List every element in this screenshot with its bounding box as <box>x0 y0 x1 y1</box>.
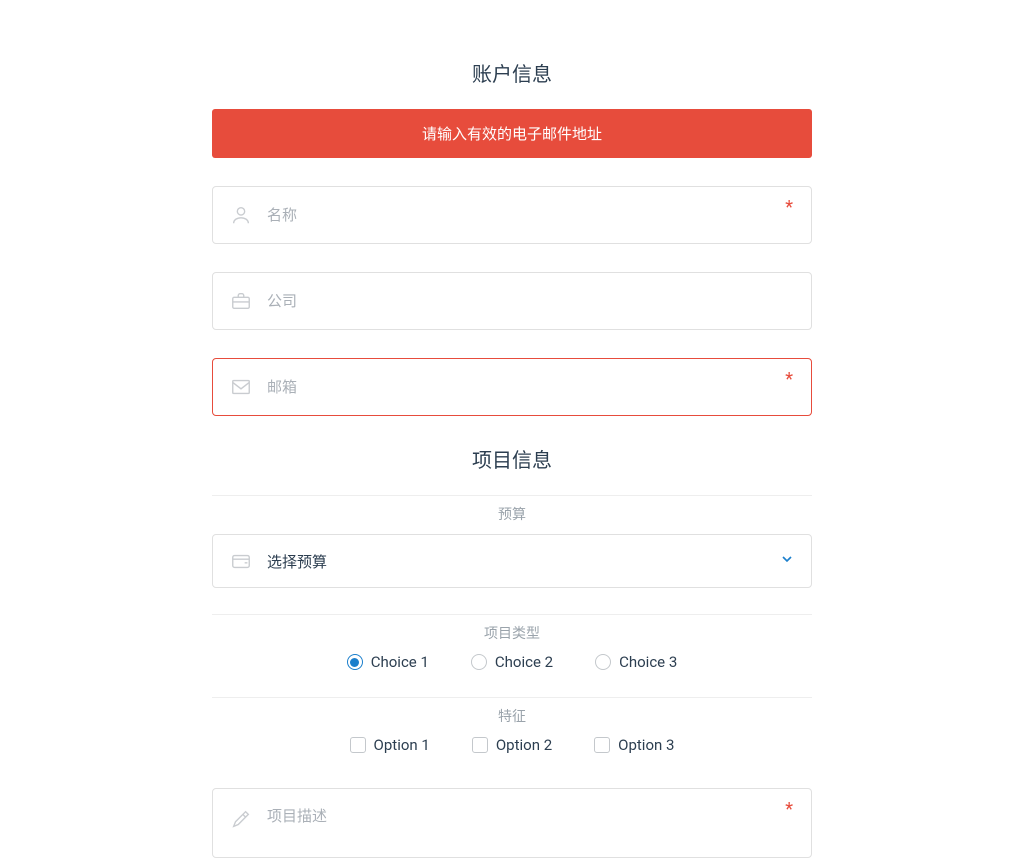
user-icon <box>229 203 253 227</box>
project-type-label: 项目类型 <box>212 614 812 643</box>
radio-label: Choice 1 <box>371 653 429 671</box>
checkbox-option-1[interactable]: Option 1 <box>350 736 430 754</box>
features-checkboxes: Option 1 Option 2 Option 3 <box>212 736 812 754</box>
budget-select[interactable]: 选择预算 <box>212 534 812 588</box>
project-type-radios: Choice 1 Choice 2 Choice 3 <box>212 653 812 671</box>
chevron-down-icon <box>779 551 795 571</box>
name-field[interactable]: * <box>212 186 812 244</box>
radio-control[interactable] <box>347 654 363 670</box>
account-section-title: 账户信息 <box>212 58 812 87</box>
checkbox-control[interactable] <box>472 737 488 753</box>
checkbox-option-2[interactable]: Option 2 <box>472 736 552 754</box>
budget-value: 选择预算 <box>267 551 779 572</box>
radio-choice-2[interactable]: Choice 2 <box>471 653 553 671</box>
radio-control[interactable] <box>471 654 487 670</box>
checkbox-control[interactable] <box>594 737 610 753</box>
checkbox-label: Option 3 <box>618 736 674 754</box>
checkbox-control[interactable] <box>350 737 366 753</box>
error-banner: 请输入有效的电子邮件地址 <box>212 109 812 158</box>
project-section-title: 项目信息 <box>212 444 812 473</box>
email-field[interactable]: * <box>212 358 812 416</box>
company-field[interactable] <box>212 272 812 330</box>
radio-choice-3[interactable]: Choice 3 <box>595 653 677 671</box>
required-indicator: * <box>785 199 793 217</box>
email-input[interactable] <box>267 359 795 415</box>
radio-control[interactable] <box>595 654 611 670</box>
checkbox-label: Option 1 <box>374 736 430 754</box>
budget-label: 预算 <box>212 504 812 524</box>
checkbox-label: Option 2 <box>496 736 552 754</box>
description-field[interactable]: 项目描述 * <box>212 788 812 858</box>
wallet-icon <box>229 549 253 573</box>
checkbox-option-3[interactable]: Option 3 <box>594 736 674 754</box>
briefcase-icon <box>229 289 253 313</box>
divider <box>212 495 812 496</box>
radio-label: Choice 2 <box>495 653 553 671</box>
pencil-icon <box>229 807 253 831</box>
required-indicator: * <box>785 371 793 389</box>
name-input[interactable] <box>267 187 795 243</box>
radio-choice-1[interactable]: Choice 1 <box>347 653 429 671</box>
mail-icon <box>229 375 253 399</box>
required-indicator: * <box>785 801 793 819</box>
features-label: 特征 <box>212 697 812 726</box>
description-placeholder: 项目描述 <box>267 805 795 826</box>
company-input[interactable] <box>267 273 795 329</box>
radio-label: Choice 3 <box>619 653 677 671</box>
